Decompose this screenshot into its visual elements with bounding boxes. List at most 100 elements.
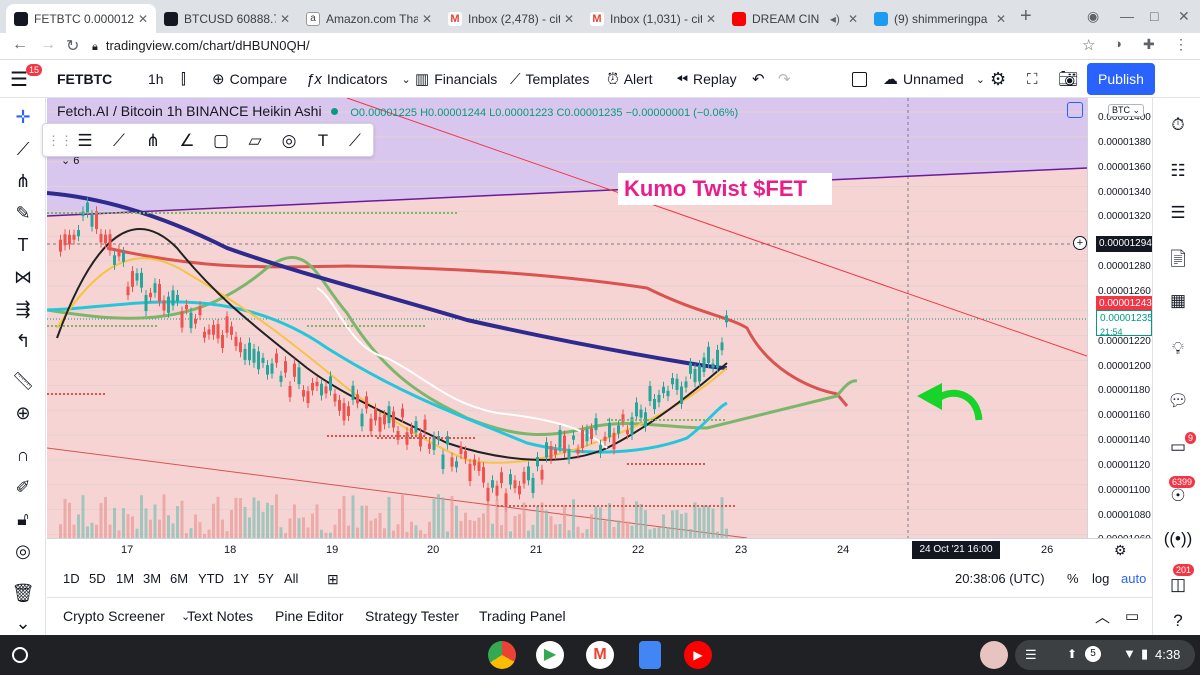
auto-scale-toggle[interactable]: auto [1121, 571, 1146, 586]
reload-icon[interactable]: ↻ [66, 36, 79, 56]
streams-icon[interactable]: ((•)) [1164, 526, 1193, 552]
parallelogram-icon[interactable]: ▱ [243, 130, 267, 152]
range-6m-button[interactable]: 6M [170, 571, 188, 586]
compare-button[interactable]: ⊕ Compare [212, 60, 287, 98]
browser-tab-btcusd[interactable]: BTCUSD 60888.7 ✕ [156, 4, 298, 33]
close-icon[interactable]: ✕ [706, 12, 716, 26]
close-icon[interactable]: ✕ [138, 12, 148, 26]
back-arrow-icon[interactable]: ↰ [10, 328, 36, 354]
eye-icon[interactable]: ◎ [10, 538, 36, 564]
youtube-app-icon[interactable]: ▶ [684, 641, 712, 669]
forward-icon[interactable]: → [40, 36, 56, 54]
currency-selector[interactable]: BTC ⌄ [1108, 104, 1145, 117]
trash-icon[interactable]: 🗑︎ [10, 580, 36, 606]
lock-icon[interactable]: 🔓︎ [10, 506, 36, 532]
time-axis[interactable]: 24 Oct '21 16:00 ⚙︎ 17 18 19 20 21 22 23 24 26 [47, 538, 1152, 562]
user-avatar[interactable] [980, 641, 1008, 669]
tab-pine-editor[interactable]: Pine Editor [275, 598, 343, 634]
speaker-icon[interactable]: ◂) [830, 12, 840, 26]
fullscreen-button[interactable]: ⛶ [1027, 60, 1038, 98]
publish-button[interactable]: Publish [1087, 63, 1155, 95]
alerts-list-icon[interactable]: ☷ [1165, 158, 1191, 184]
collapse-panel-icon[interactable]: ︿ [1095, 598, 1110, 634]
tab-text-notes[interactable]: Text Notes [187, 598, 253, 634]
extension-icon[interactable]: ◑ [1114, 36, 1122, 51]
log-scale-toggle[interactable]: log [1092, 571, 1109, 586]
horizontal-lines-icon[interactable]: ☰ [73, 130, 97, 152]
tab-crypto-screener[interactable]: Crypto Screener ⌄ [63, 598, 190, 634]
watchlist-clock-icon[interactable]: ⏱︎ [1165, 112, 1191, 138]
fan-icon[interactable]: ⋔ [141, 130, 165, 152]
close-icon[interactable]: ✕ [848, 12, 858, 26]
browser-tab-amazon[interactable]: a Amazon.com Tha ✕ [298, 4, 440, 33]
close-icon[interactable]: ✕ [564, 12, 574, 26]
collapse-icon[interactable]: ⌄ [10, 610, 36, 636]
system-tray[interactable]: ☰ ⬆ 5 ▼ ▮ 4:38 [1015, 640, 1195, 670]
sync-icon[interactable] [1067, 102, 1083, 118]
browser-tab-inbox-2[interactable]: M Inbox (1,031) - city ✕ [582, 4, 724, 33]
redo-button[interactable]: ↷ [778, 60, 791, 98]
undo-button[interactable]: ↶ [752, 60, 765, 98]
line-icon[interactable]: ⟋ [107, 130, 131, 152]
forecasting-tool-icon[interactable]: ⇶ [10, 296, 36, 322]
text-icon[interactable]: T [311, 130, 335, 152]
range-1d-button[interactable]: 1D [63, 571, 80, 586]
gmail-app-icon[interactable]: M [586, 641, 614, 669]
financials-button[interactable]: ▥ Financials [415, 60, 497, 98]
templates-button[interactable]: ⟋ Templates [510, 60, 589, 98]
range-all-button[interactable]: All [284, 571, 298, 586]
crosshair-tool-icon[interactable]: ✛ [10, 104, 36, 130]
close-icon[interactable]: ✕ [422, 12, 432, 26]
alert-button[interactable]: ⏰︎ Alert [607, 60, 653, 98]
add-alert-plus-icon[interactable]: + [1073, 236, 1087, 250]
back-icon[interactable]: ← [12, 36, 28, 54]
hotlist-icon[interactable]: 📄︎ [1165, 246, 1191, 272]
maximize-panel-icon[interactable]: ▭ [1125, 598, 1139, 634]
replay-button[interactable]: ⏪︎ Replay [676, 60, 737, 98]
eraser-icon[interactable]: ⟋ [343, 130, 367, 152]
interval-button[interactable]: 1h [148, 60, 164, 98]
indicators-button[interactable]: ƒx Indicators ⌄ [306, 60, 411, 98]
browser-tab-inbox-1[interactable]: M Inbox (2,478) - city ✕ [440, 4, 582, 33]
chart-pane[interactable]: Fetch.AI / Bitcoin 1h BINANCE Heikin Ash… [47, 98, 1087, 538]
close-icon[interactable]: ✕ [996, 12, 1006, 26]
minimize-icon[interactable]: — [1120, 8, 1134, 24]
puzzle-icon[interactable]: ✚ [1143, 36, 1155, 53]
chart-type-button[interactable]: ⫿ [181, 60, 191, 98]
ruler-icon[interactable]: 📏︎ [10, 368, 36, 394]
drag-handle-icon[interactable]: ⋮⋮ [47, 130, 73, 152]
pencil-lock-icon[interactable]: ✐ [10, 474, 36, 500]
text-tool-icon[interactable]: T [10, 232, 36, 258]
browser-tab-youtube[interactable]: DREAM CIN ◂) ✕ [724, 4, 866, 33]
price-axis[interactable]: 0.00001400 0.00001380 0.00001360 0.00001340… [1073, 98, 1153, 545]
calendar-icon[interactable]: ▦ [1165, 288, 1191, 314]
magnet-icon[interactable]: ∩ [10, 442, 36, 468]
main-menu-button[interactable]: ☰ [10, 60, 28, 98]
docs-app-icon[interactable] [639, 641, 661, 669]
pitchfork-tool-icon[interactable]: ⋔ [10, 168, 36, 194]
settings-button[interactable]: ⚙︎ [990, 60, 1006, 98]
circles-icon[interactable]: ◎ [277, 130, 301, 152]
launcher-icon[interactable] [12, 647, 28, 663]
range-5d-button[interactable]: 5D [89, 571, 106, 586]
layout-menu-button[interactable]: ☁︎ Unnamed ⌄ [883, 60, 985, 98]
range-1m-button[interactable]: 1M [116, 571, 134, 586]
url-input[interactable]: 🔒︎ tradingview.com/chart/dHBUN0QH/ [92, 35, 1102, 57]
chrome-app-icon[interactable] [488, 641, 516, 669]
date-range-calendar-icon[interactable]: ⊞ [327, 571, 339, 588]
ideas-lightbulb-icon[interactable]: 💡︎ [1165, 336, 1191, 362]
fullscreen-select-button[interactable] [852, 60, 867, 98]
trend-line-tool-icon[interactable]: ⟋ [10, 136, 36, 162]
tab-search-icon[interactable]: ◉ [1087, 8, 1099, 25]
range-3m-button[interactable]: 3M [143, 571, 161, 586]
brush-tool-icon[interactable]: ✎ [10, 200, 36, 226]
zoom-in-icon[interactable]: ⊕ [10, 400, 36, 426]
chat-icon[interactable]: 💬︎ [1165, 388, 1191, 414]
close-icon[interactable]: ✕ [280, 12, 290, 26]
snapshot-button[interactable]: 📷︎ [1058, 60, 1078, 98]
rectangle-icon[interactable]: ▢ [209, 130, 233, 152]
range-1y-button[interactable]: 1Y [233, 571, 249, 586]
pattern-tool-icon[interactable]: ⋈ [10, 264, 36, 290]
tab-strategy-tester[interactable]: Strategy Tester [365, 598, 459, 634]
axis-settings-gear-icon[interactable]: ⚙︎ [1114, 542, 1127, 559]
